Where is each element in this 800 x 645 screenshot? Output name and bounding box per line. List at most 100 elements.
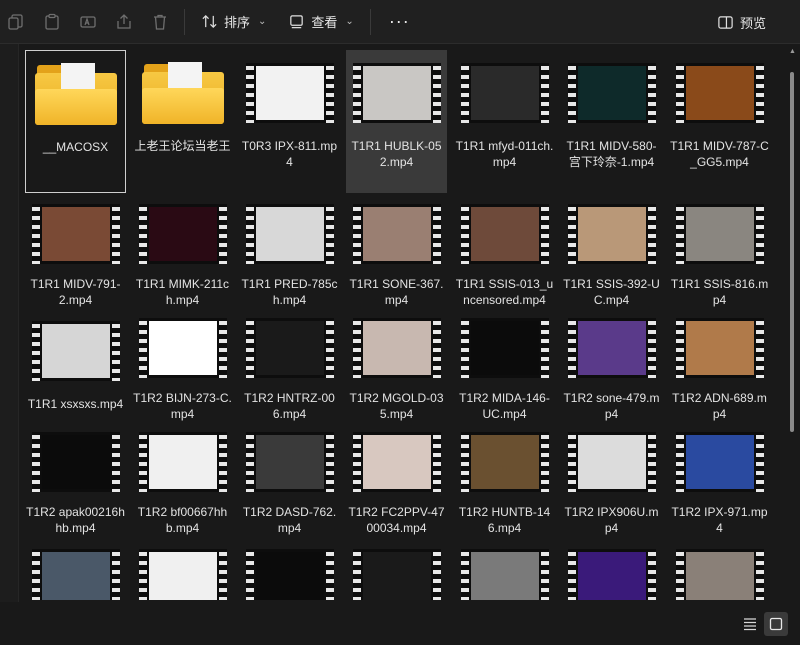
scrollbar-thumb[interactable] xyxy=(790,72,794,432)
sort-button[interactable]: 排序 ⌄ xyxy=(193,6,274,38)
video-thumbnail-icon xyxy=(138,204,227,264)
video-file-item[interactable]: T1R2 ADN-689.mp4 xyxy=(669,308,770,422)
item-thumbnail xyxy=(669,422,770,502)
video-thumbnail-icon xyxy=(675,318,764,378)
item-name-label: T1R1 MIDV-580-宫下玲奈-1.mp4 xyxy=(566,139,657,169)
item-thumbnail xyxy=(561,308,662,388)
video-file-item[interactable]: T1R2 FC2PPV-4700034.mp4 xyxy=(346,422,447,536)
video-file-item[interactable]: T1R2 xyxy=(239,536,340,600)
video-thumbnail-icon xyxy=(460,63,549,123)
item-thumbnail xyxy=(561,536,662,600)
folder-item[interactable]: 上老王论坛当老王 xyxy=(132,50,233,193)
item-name-label: T1R1 mfyd-011ch.mp4 xyxy=(455,139,554,169)
video-file-item[interactable]: T1R2 apak00216hhb.mp4 xyxy=(25,422,126,536)
video-file-item[interactable]: T1R1 SSIS-013_uncensored.mp4 xyxy=(454,194,555,308)
scroll-up-icon[interactable]: ▲ xyxy=(789,48,796,55)
share-icon[interactable] xyxy=(108,6,140,38)
sort-label: 排序 xyxy=(224,15,251,30)
delete-icon[interactable] xyxy=(144,6,176,38)
video-file-item[interactable]: T1R1 SSIS-816.mp4 xyxy=(669,194,770,308)
item-name-label: T1R2 ADN-689.mp4 xyxy=(672,391,767,421)
vertical-scrollbar[interactable]: ▲ ▼ xyxy=(788,48,796,608)
video-file-item[interactable]: T1R1 MIMK-211ch.mp4 xyxy=(132,194,233,308)
item-thumbnail xyxy=(132,50,233,136)
preview-pane-button[interactable]: 预览 xyxy=(709,6,774,38)
video-thumbnail-icon xyxy=(352,204,441,264)
video-thumbnail-icon xyxy=(138,549,227,600)
video-thumbnail-icon xyxy=(567,549,656,600)
item-thumbnail xyxy=(132,536,233,600)
video-file-item[interactable]: T1R2 HUNTB-146.mp4 xyxy=(454,422,555,536)
item-thumbnail xyxy=(454,308,555,388)
large-icons-view-button[interactable] xyxy=(764,612,788,636)
item-thumbnail xyxy=(561,50,662,136)
item-name-label: T1R1 MIMK-211ch.mp4 xyxy=(135,277,230,307)
item-name-label: T1R1 MIDV-791-2.mp4 xyxy=(30,277,121,307)
folder-icon xyxy=(34,63,117,125)
video-file-item[interactable]: T1R1 SONE-367.mp4 xyxy=(346,194,447,308)
details-view-button[interactable] xyxy=(740,614,760,634)
video-file-item[interactable]: T1R2 sone-479.mp4 xyxy=(561,308,662,422)
video-thumbnail-icon xyxy=(567,63,656,123)
video-thumbnail-icon xyxy=(675,204,764,264)
video-file-item[interactable]: T1R2 IPX906U.mp4 xyxy=(561,422,662,536)
video-file-item[interactable]: T1R2 xyxy=(669,536,770,600)
item-name-label: T1R1 SSIS-013_uncensored.mp4 xyxy=(455,277,554,307)
video-file-item[interactable]: T1R2 xyxy=(25,536,126,600)
item-name-label: T1R1 SSIS-392-UC.mp4 xyxy=(563,277,660,307)
copy-icon[interactable] xyxy=(0,6,32,38)
video-file-item[interactable]: T1R2 HNTRZ-006.mp4 xyxy=(239,308,340,422)
video-file-item[interactable]: T1R1 MIDV-787-C_GG5.mp4 xyxy=(669,50,770,193)
video-file-item[interactable]: T1R2 IPX-971.mp4 xyxy=(669,422,770,536)
item-name-label: 上老王论坛当老王 xyxy=(134,139,231,153)
video-file-item[interactable]: T1R2 DASD-762.mp4 xyxy=(239,422,340,536)
video-file-item[interactable]: T1R2 bf00667hhb.mp4 xyxy=(132,422,233,536)
item-thumbnail xyxy=(132,422,233,502)
item-name-label: T1R2 DASD-762.mp4 xyxy=(242,505,337,535)
video-file-item[interactable]: T1R2 MGOLD-035.mp4 xyxy=(346,308,447,422)
video-file-item[interactable]: T1R2 xyxy=(346,536,447,600)
item-name-label: T1R2 BIJN-273-C.mp4 xyxy=(133,391,232,421)
video-file-item[interactable]: T1R1 MIDV-791-2.mp4 xyxy=(25,194,126,308)
video-file-item[interactable]: T1R1 SSIS-392-UC.mp4 xyxy=(561,194,662,308)
item-thumbnail xyxy=(669,50,770,136)
video-file-item[interactable]: T1R2 BIJN-273-C.mp4 xyxy=(132,308,233,422)
video-thumbnail-icon xyxy=(245,204,334,264)
video-file-item[interactable]: T1R1 MIDV-580-宫下玲奈-1.mp4 xyxy=(561,50,662,193)
video-thumbnail-icon xyxy=(352,318,441,378)
video-file-item[interactable]: T1R1 xsxsxs.mp4 xyxy=(25,308,126,422)
video-file-item[interactable]: T1R2 xyxy=(561,536,662,600)
video-file-item[interactable]: T1R2 xyxy=(132,536,233,600)
video-file-item[interactable]: T1R2 xyxy=(454,536,555,600)
item-thumbnail xyxy=(25,422,126,502)
more-options-button[interactable]: ··· xyxy=(379,6,420,38)
video-file-item[interactable]: T1R1 PRED-785ch.mp4 xyxy=(239,194,340,308)
video-thumbnail-icon xyxy=(567,204,656,264)
video-thumbnail-icon xyxy=(460,204,549,264)
item-name-label: T1R2 bf00667hhb.mp4 xyxy=(137,505,228,535)
folder-item[interactable]: __MACOSX xyxy=(25,50,126,193)
item-name-label: T1R1 HUBLK-052.mp4 xyxy=(351,139,442,169)
video-thumbnail-icon xyxy=(138,318,227,378)
video-thumbnail-icon xyxy=(675,549,764,600)
video-file-item[interactable]: T1R1 mfyd-011ch.mp4 xyxy=(454,50,555,193)
paste-icon[interactable] xyxy=(36,6,68,38)
item-thumbnail xyxy=(561,194,662,274)
item-name-label: T1R2 IPX-971.mp4 xyxy=(671,505,768,535)
video-thumbnail-icon xyxy=(675,63,764,123)
video-thumbnail-icon xyxy=(567,432,656,492)
item-thumbnail xyxy=(25,51,126,137)
item-thumbnail xyxy=(239,422,340,502)
item-name-label: T1R2 sone-479.mp4 xyxy=(563,391,660,421)
video-thumbnail-icon xyxy=(352,432,441,492)
view-button[interactable]: 查看 ⌄ xyxy=(280,6,361,38)
video-thumbnail-icon xyxy=(352,549,441,600)
video-file-item[interactable]: T1R2 MIDA-146-UC.mp4 xyxy=(454,308,555,422)
item-thumbnail xyxy=(25,536,126,600)
video-file-item[interactable]: T1R1 HUBLK-052.mp4 xyxy=(346,50,447,193)
chevron-down-icon: ⌄ xyxy=(345,16,354,27)
video-file-item[interactable]: T0R3 IPX-811.mp4 xyxy=(239,50,340,193)
chevron-down-icon: ⌄ xyxy=(258,16,267,27)
item-name-label: T1R1 MIDV-787-C_GG5.mp4 xyxy=(670,139,769,169)
rename-icon[interactable] xyxy=(72,6,104,38)
